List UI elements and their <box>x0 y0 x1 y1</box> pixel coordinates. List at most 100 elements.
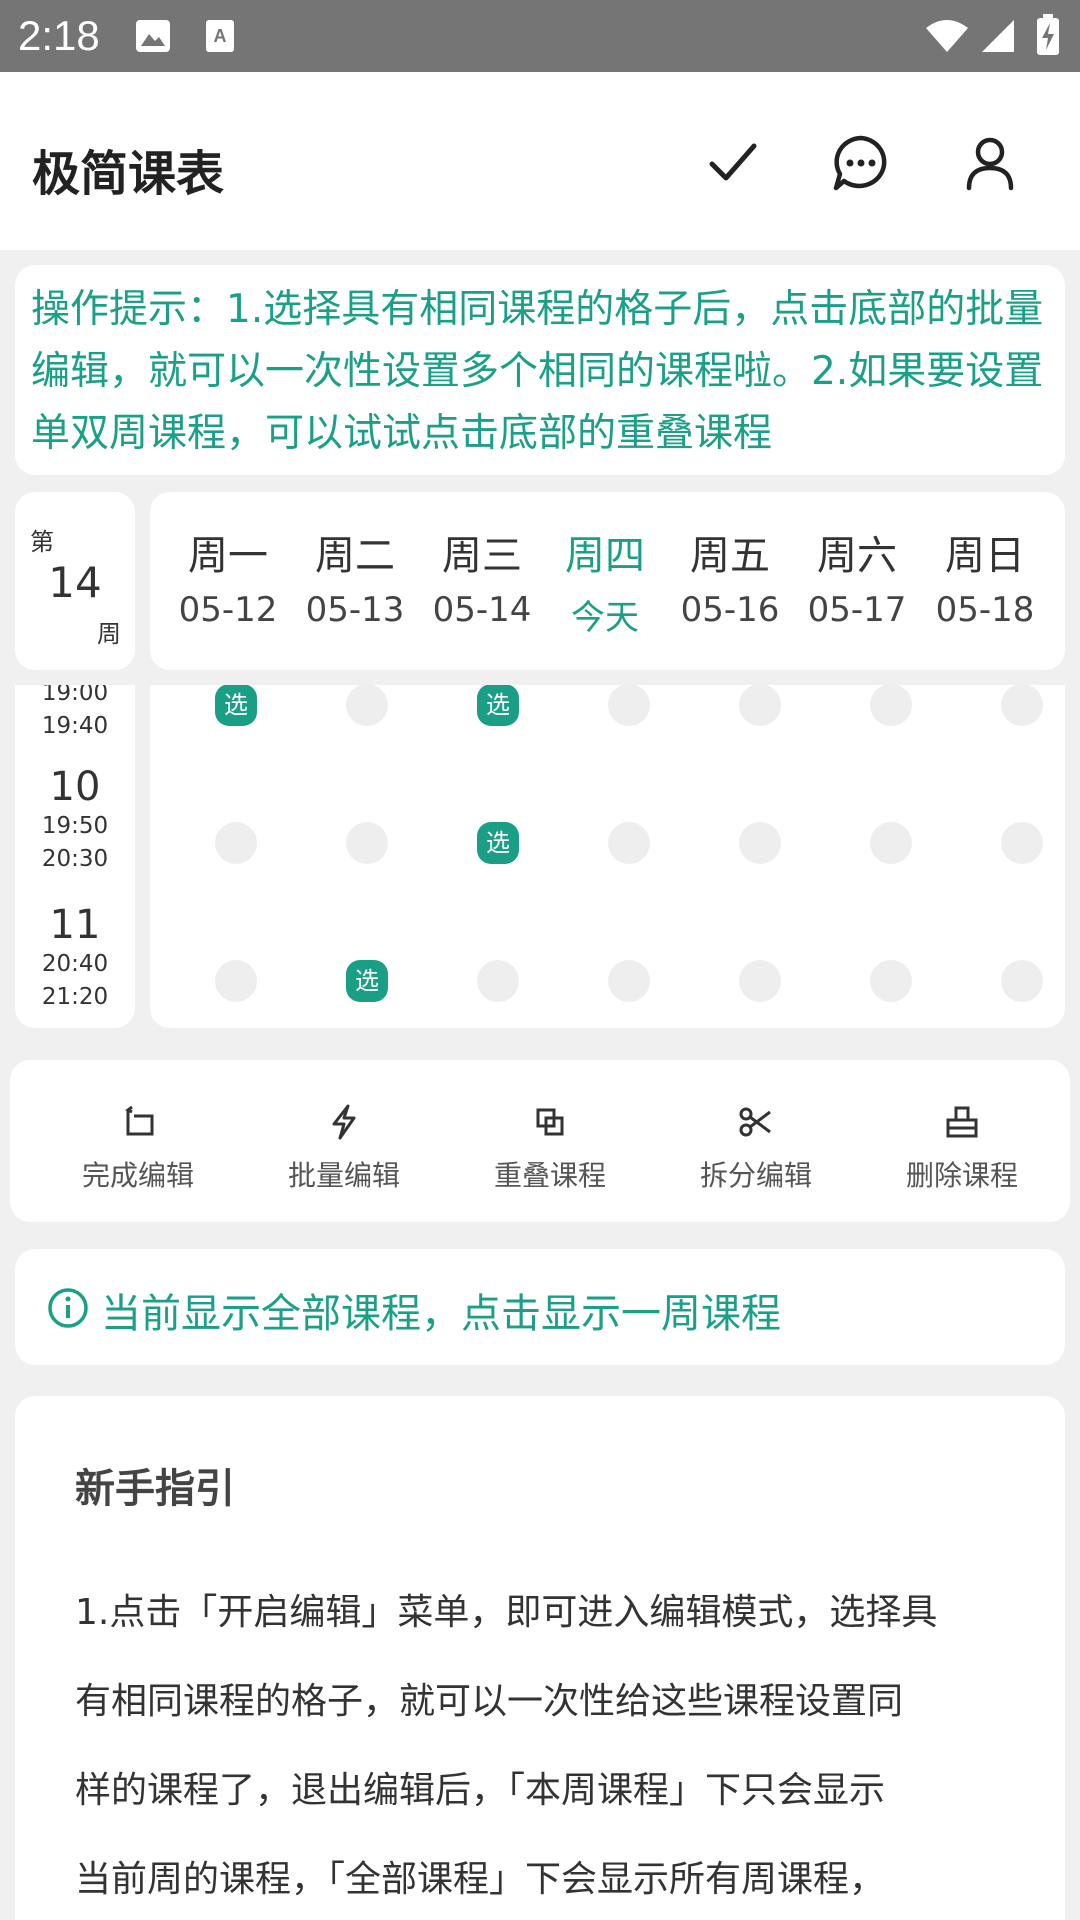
day-date: 05-12 <box>178 590 278 630</box>
person-icon[interactable] <box>955 128 1025 198</box>
action-label: 拆分编辑 <box>699 1159 812 1192</box>
message-icon[interactable] <box>826 128 896 198</box>
slot-number: 11 <box>49 902 101 948</box>
slot-end: 21:20 <box>41 984 109 1010</box>
time-slot: 10 19:50 20:30 <box>15 764 135 876</box>
day-name: 周四 <box>565 533 645 579</box>
course-cell[interactable] <box>870 822 912 864</box>
split-edit-button[interactable]: 拆分编辑 <box>681 1102 831 1194</box>
course-cell[interactable] <box>739 822 781 864</box>
guide-line: 样的课程了，退出编辑后，「本周课程」下只会显示 <box>75 1770 886 1811</box>
action-label: 完成编辑 <box>81 1159 194 1192</box>
day-name: 周三 <box>442 533 522 579</box>
day-name: 周六 <box>817 533 897 579</box>
battery-charging-icon <box>1037 14 1059 55</box>
day-date: 今天 <box>571 598 639 638</box>
course-cell-selected[interactable]: 选 <box>477 685 519 726</box>
day-name: 周二 <box>315 533 395 579</box>
svg-text:A: A <box>214 26 227 46</box>
slot-end: 20:30 <box>41 846 109 872</box>
status-time: 2:18 <box>18 12 100 59</box>
edit-action-bar: 完成编辑 批量编辑 重叠课程 拆分编辑 删除课程 <box>10 1060 1070 1222</box>
course-cell[interactable] <box>346 685 388 726</box>
slot-start: 19:00 <box>41 685 109 706</box>
time-column: 19:00 19:40 10 19:50 20:30 11 20:40 21:2… <box>15 685 135 1028</box>
day-fri: 周五 05-16 <box>666 528 794 630</box>
course-cell[interactable] <box>608 822 650 864</box>
day-date: 05-13 <box>305 590 405 630</box>
course-cell[interactable] <box>1001 960 1043 1002</box>
guide-line: 当前周的课程，「全部课程」下会显示所有周课程， <box>75 1859 886 1900</box>
slot-end: 19:40 <box>41 713 109 739</box>
week-indicator[interactable]: 第 14 周 <box>15 492 135 670</box>
overlap-squares-icon <box>536 1108 564 1136</box>
day-date: 05-16 <box>680 590 780 630</box>
action-label: 批量编辑 <box>287 1159 400 1192</box>
course-cell[interactable] <box>739 960 781 1002</box>
scissors-icon <box>739 1107 771 1137</box>
slot-start: 20:40 <box>41 951 109 977</box>
week-number: 14 <box>48 558 102 607</box>
overlap-course-button[interactable]: 重叠课程 <box>475 1102 625 1194</box>
day-wed: 周三 05-14 <box>418 528 546 630</box>
slot-start: 19:50 <box>41 813 109 839</box>
day-name: 周一 <box>188 533 268 579</box>
batch-edit-button[interactable]: 批量编辑 <box>269 1102 419 1194</box>
check-icon[interactable] <box>698 128 768 198</box>
course-cell[interactable] <box>739 685 781 726</box>
course-cell-selected[interactable]: 选 <box>346 960 388 1002</box>
day-header: 周一 05-12 周二 05-13 周三 05-14 周四 今天 周五 05-1… <box>150 492 1065 670</box>
time-slot: 11 20:40 21:20 <box>15 902 135 1014</box>
guide-line: 1.点击「开启编辑」菜单，即可进入编辑模式，选择具 <box>75 1592 938 1633</box>
week-suffix: 周 <box>97 620 121 648</box>
course-cell[interactable] <box>215 822 257 864</box>
info-circle-icon <box>48 1288 88 1328</box>
show-all-courses-toggle[interactable]: 当前显示全部课程，点击显示一周课程 <box>15 1249 1065 1365</box>
app-bar: 极简课表 <box>0 72 1080 250</box>
day-date: 05-17 <box>807 590 907 630</box>
course-cell[interactable] <box>346 822 388 864</box>
course-cell[interactable] <box>215 960 257 1002</box>
eraser-icon <box>946 1106 978 1138</box>
day-date: 05-14 <box>432 590 532 630</box>
info-text: 当前显示全部课程，点击显示一周课程 <box>101 1291 781 1337</box>
time-slot: 19:00 19:40 <box>15 685 135 743</box>
finish-edit-button[interactable]: 完成编辑 <box>63 1102 213 1194</box>
delete-course-button[interactable]: 删除课程 <box>887 1102 1037 1194</box>
operation-tip: 操作提示：1.选择具有相同课程的格子后，点击底部的批量编辑，就可以一次性设置多个… <box>15 265 1065 475</box>
slot-number: 10 <box>49 764 101 810</box>
guide-body: 1.点击「开启编辑」菜单，即可进入编辑模式，选择具 有相同课程的格子，就可以一次… <box>75 1568 1005 1920</box>
course-cell[interactable] <box>608 685 650 726</box>
keyboard-a-icon: A <box>206 20 234 52</box>
day-mon: 周一 05-12 <box>164 528 292 630</box>
wifi-icon <box>926 20 968 52</box>
course-cell[interactable] <box>870 685 912 726</box>
day-name: 周五 <box>690 533 770 579</box>
day-thu: 周四 今天 <box>541 528 669 639</box>
status-bar: 2:18 A <box>0 0 1080 72</box>
action-label: 重叠课程 <box>493 1159 606 1192</box>
beginner-guide-card: 新手指引 1.点击「开启编辑」菜单，即可进入编辑模式，选择具 有相同课程的格子，… <box>15 1396 1065 1920</box>
course-cell[interactable] <box>608 960 650 1002</box>
action-label: 删除课程 <box>905 1159 1018 1192</box>
day-sun: 周日 05-18 <box>921 528 1049 630</box>
guide-title: 新手指引 <box>75 1466 235 1512</box>
day-date: 05-18 <box>935 590 1035 630</box>
undo-arrow-icon <box>125 1105 154 1136</box>
course-cell[interactable] <box>1001 685 1043 726</box>
app-title: 极简课表 <box>32 146 225 202</box>
course-cell-selected[interactable]: 选 <box>215 685 257 726</box>
lightning-icon <box>332 1104 356 1140</box>
course-cell-selected[interactable]: 选 <box>477 822 519 864</box>
day-tue: 周二 05-13 <box>291 528 419 630</box>
day-name: 周日 <box>945 533 1025 579</box>
signal-icon <box>982 20 1014 52</box>
schedule-grid: 选选选选 <box>150 685 1065 1028</box>
course-cell[interactable] <box>477 960 519 1002</box>
guide-line: 有相同课程的格子，就可以一次性给这些课程设置同 <box>75 1681 904 1722</box>
course-cell[interactable] <box>870 960 912 1002</box>
day-sat: 周六 05-17 <box>793 528 921 630</box>
week-prefix: 第 <box>30 528 54 556</box>
image-icon <box>136 20 170 52</box>
course-cell[interactable] <box>1001 822 1043 864</box>
